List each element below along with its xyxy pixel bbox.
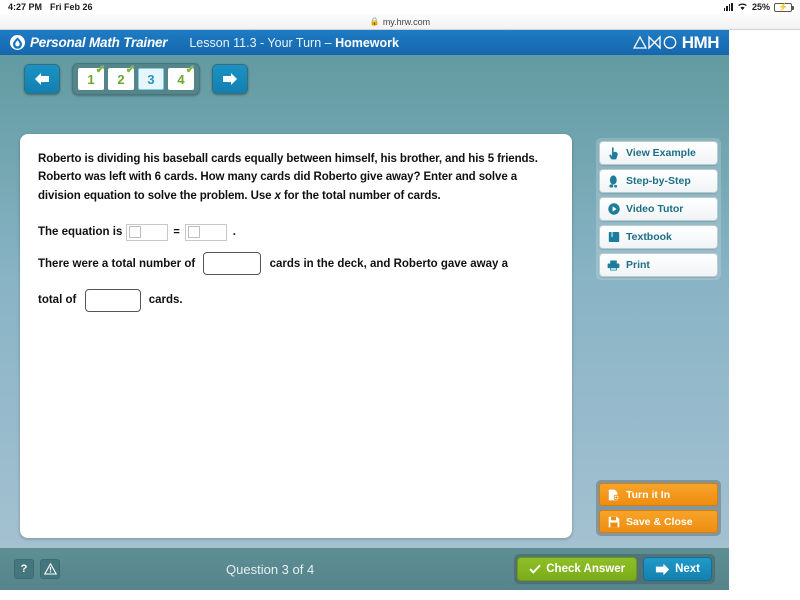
floppy-disk-icon — [607, 515, 620, 528]
url-text: my.hrw.com — [382, 16, 431, 27]
question-button-2[interactable]: 2 ✔ — [108, 64, 135, 90]
math-trainer-app: Personal Math Trainer Lesson 11.3 - Your… — [0, 30, 729, 590]
lesson-title-suffix: Homework — [335, 35, 399, 50]
total-cards-sentence: There were a total number of cards in th… — [38, 251, 554, 279]
question-number-label: 1 — [87, 71, 95, 87]
battery-percent-label: 25% — [751, 2, 770, 12]
book-icon — [607, 231, 620, 244]
tool-label: Print — [626, 259, 650, 271]
equation-left-input[interactable] — [126, 223, 169, 241]
given-away-sentence: total of cards. — [38, 287, 554, 315]
lesson-title-prefix: Lesson 11.3 - Your Turn – — [189, 35, 336, 50]
given-away-text-part2: cards. — [148, 294, 183, 307]
question-counter: Question 3 of 4 — [226, 561, 315, 577]
math-entry-placeholder-icon — [187, 226, 200, 239]
question-content-panel: Roberto is dividing his baseball cards e… — [20, 134, 572, 538]
question-number-label: 4 — [177, 71, 185, 87]
tool-label: Textbook — [626, 231, 672, 243]
print-button[interactable]: Print — [599, 253, 718, 277]
given-away-input[interactable] — [84, 288, 141, 312]
bottom-toolbar: ? Question 3 of 4 Check Answer Next — [0, 548, 729, 590]
pointing-hand-icon — [607, 147, 620, 160]
browser-url-bar[interactable]: 🔒 my.hrw.com — [0, 14, 800, 30]
question-number-label: 3 — [147, 71, 155, 87]
page-right-margin — [729, 30, 800, 600]
pmt-flame-logo-icon — [10, 35, 25, 50]
tool-label: View Example — [626, 147, 696, 159]
save-and-close-button[interactable]: Save & Close — [599, 510, 718, 533]
total-cards-text-part1: There were a total number of — [38, 257, 196, 270]
wifi-icon — [737, 2, 748, 13]
total-cards-input[interactable] — [203, 252, 262, 276]
status-bar-time: 4:27 PM — [8, 2, 43, 12]
problem-statement: Roberto is dividing his baseball cards e… — [38, 150, 554, 205]
equation-period: . — [232, 226, 236, 239]
completed-check-icon: ✔ — [185, 64, 195, 76]
math-entry-placeholder-icon — [129, 226, 142, 239]
status-bar-right: 25% ⚡ — [723, 2, 794, 13]
problem-text-part2: for the total number of cards. — [280, 189, 441, 202]
hmh-shapes-icon — [632, 35, 679, 50]
equation-label: The equation is — [38, 226, 123, 239]
hmh-brand-text: HMH — [681, 32, 720, 52]
arrow-right-icon — [655, 563, 670, 575]
check-answer-button[interactable]: Check Answer — [517, 557, 638, 581]
status-bar-date: Fri Feb 26 — [50, 2, 93, 12]
next-label: Next — [675, 563, 700, 575]
textbook-button[interactable]: Textbook — [599, 225, 718, 249]
turn-it-in-button[interactable]: Turn it In — [599, 483, 718, 506]
question-button-4[interactable]: 4 ✔ — [168, 64, 195, 90]
answer-action-group: Check Answer Next — [514, 554, 715, 584]
battery-charging-icon: ⚡ — [774, 2, 794, 12]
equation-right-input[interactable] — [184, 223, 227, 241]
lesson-title: Lesson 11.3 - Your Turn – Homework — [189, 36, 399, 50]
equals-sign: = — [173, 225, 180, 238]
document-submit-icon — [607, 488, 620, 501]
view-example-button[interactable]: View Example — [599, 141, 718, 165]
given-away-text-part1: total of — [38, 294, 77, 307]
arrow-right-icon — [223, 73, 237, 85]
next-button[interactable]: Next — [643, 557, 712, 581]
footprint-icon — [607, 174, 620, 188]
hmh-brand-logo: HMH — [632, 32, 720, 53]
submission-actions: Turn it In Save & Close — [596, 480, 721, 536]
lock-icon: 🔒 — [369, 17, 380, 26]
action-label: Save & Close — [626, 515, 693, 528]
previous-question-button[interactable] — [24, 64, 60, 94]
cellular-signal-icon — [723, 3, 733, 11]
app-header: Personal Math Trainer Lesson 11.3 - Your… — [0, 30, 729, 55]
completed-check-icon: ✔ — [95, 64, 105, 76]
tool-label: Step-by-Step — [626, 175, 691, 187]
play-circle-icon — [607, 203, 620, 216]
checkmark-icon — [529, 564, 541, 574]
printer-icon — [607, 259, 620, 272]
check-answer-label: Check Answer — [546, 563, 626, 575]
answer-entry-area: The equation is = . There were a total n… — [38, 223, 554, 315]
action-label: Turn it In — [626, 488, 671, 501]
resource-toolbar: View Example Step-by-Step Video Tutor Te… — [596, 138, 721, 280]
question-number-label: 2 — [117, 71, 125, 87]
tool-label: Video Tutor — [626, 203, 684, 215]
total-cards-text-part2: cards in the deck, and Roberto gave away… — [269, 257, 508, 270]
next-question-button[interactable] — [212, 64, 248, 94]
question-button-1[interactable]: 1 ✔ — [78, 64, 105, 90]
step-by-step-button[interactable]: Step-by-Step — [599, 169, 718, 193]
ios-status-bar: 4:27 PM Fri Feb 26 25% ⚡ — [0, 0, 800, 14]
app-name: Personal Math Trainer — [30, 35, 168, 50]
page-bottom-margin — [0, 590, 800, 600]
video-tutor-button[interactable]: Video Tutor — [599, 197, 718, 221]
status-bar-left: 4:27 PM Fri Feb 26 — [8, 2, 93, 12]
completed-check-icon: ✔ — [125, 64, 135, 76]
equation-line: The equation is = . — [38, 223, 554, 241]
question-button-3[interactable]: 3 — [138, 68, 164, 90]
arrow-left-icon — [35, 73, 49, 85]
app-logo: Personal Math Trainer — [10, 35, 168, 50]
question-number-list: 1 ✔ 2 ✔ 3 4 ✔ — [72, 63, 200, 95]
question-navigation-strip: 1 ✔ 2 ✔ 3 4 ✔ — [0, 55, 729, 103]
